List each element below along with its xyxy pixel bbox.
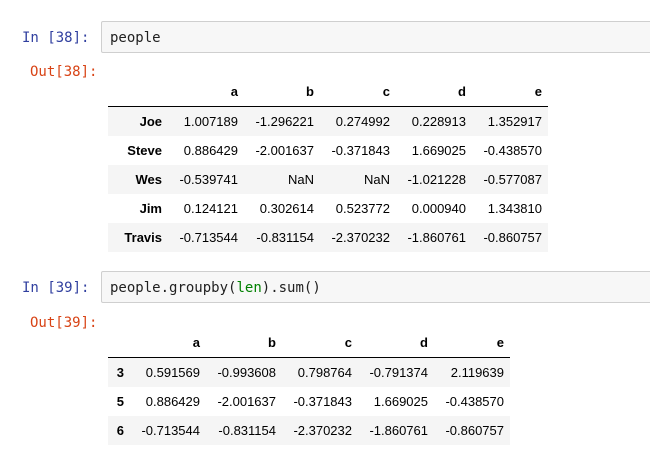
table-cell: 0.302614 (259, 201, 314, 216)
table-row: 3 0.591569 -0.993608 0.798764 -0.791374 … (108, 357, 510, 387)
table-cell: -0.831154 (218, 423, 276, 438)
table-row: Joe 1.007189 -1.296221 0.274992 0.228913… (108, 106, 548, 136)
table-cell: -0.860757 (445, 423, 504, 438)
table-cell: 2.119639 (450, 365, 504, 380)
index-header (108, 327, 130, 358)
table-cell: NaN (287, 172, 314, 187)
code-token: ). (261, 280, 279, 296)
index-header (108, 76, 168, 107)
table-cell: -1.296221 (255, 114, 314, 129)
column-header: c (282, 327, 358, 358)
table-row: 6 -0.713544 -0.831154 -2.370232 -1.86076… (108, 416, 510, 445)
input-prompt-38: In [38]: (22, 30, 90, 46)
table-cell: 1.669025 (411, 143, 466, 158)
table-row: Travis -0.713544 -0.831154 -2.370232 -1.… (108, 223, 548, 252)
table-row: 5 0.886429 -2.001637 -0.371843 1.669025 … (108, 387, 510, 416)
table-cell: 0.886429 (145, 394, 200, 409)
table-cell: 1.343810 (487, 201, 542, 216)
table-cell: 1.352917 (487, 114, 542, 129)
output-prompt-38: Out[38]: (30, 64, 98, 80)
column-header: d (396, 76, 472, 107)
column-header: c (320, 76, 396, 107)
table-cell: 0.274992 (335, 114, 390, 129)
table-cell: -2.370232 (331, 230, 390, 245)
table-cell: -0.791374 (369, 365, 428, 380)
table-cell: -0.438570 (483, 143, 542, 158)
table-cell: -0.371843 (293, 394, 352, 409)
table-cell: -2.370232 (293, 423, 352, 438)
table-cell: 0.124121 (183, 201, 238, 216)
code-input-39[interactable]: people.groupby(len).sum() (101, 271, 650, 303)
table-cell: -2.001637 (217, 394, 276, 409)
table-cell: -0.993608 (217, 365, 276, 380)
table-cell: -0.371843 (331, 143, 390, 158)
table-cell: 1.007189 (183, 114, 238, 129)
dataframe-output-38: a b c d e Joe 1.007189 -1.296221 0.27499… (108, 76, 548, 252)
row-index: 5 (116, 394, 124, 409)
row-index: Joe (139, 114, 162, 129)
row-index: Jim (139, 201, 162, 216)
table-cell: -0.713544 (179, 230, 238, 245)
table-header-row: a b c d e (108, 327, 510, 358)
table-cell: 0.798764 (297, 365, 352, 380)
column-header: b (244, 76, 320, 107)
code-token: groupby (169, 280, 229, 296)
code-token: people. (110, 280, 170, 296)
table-cell: 0.523772 (335, 201, 390, 216)
table-cell: -0.438570 (445, 394, 504, 409)
column-header: a (130, 327, 206, 358)
table-cell: -0.831154 (256, 230, 314, 245)
table-cell: 0.000940 (411, 201, 466, 216)
column-header: b (206, 327, 282, 358)
table-header-row: a b c d e (108, 76, 548, 107)
table-cell: -1.860761 (407, 230, 466, 245)
table-cell: -2.001637 (255, 143, 314, 158)
column-header: e (472, 76, 548, 107)
row-index: 6 (116, 423, 124, 438)
dataframe-output-39: a b c d e 3 0.591569 -0.993608 0.798764 … (108, 327, 510, 445)
code-token: sum (278, 280, 304, 296)
code-input-38[interactable]: people (101, 21, 650, 53)
table-cell: 0.591569 (145, 365, 200, 380)
table-row: Steve 0.886429 -2.001637 -0.371843 1.669… (108, 136, 548, 165)
column-header: d (358, 327, 434, 358)
table-cell: 0.886429 (183, 143, 238, 158)
table-cell: -1.021228 (407, 172, 466, 187)
code-builtin-token: len (236, 280, 262, 296)
table-cell: 1.669025 (373, 394, 428, 409)
table-cell: -0.539741 (179, 172, 238, 187)
code-text: people (110, 30, 161, 46)
table-cell: -0.577087 (483, 172, 542, 187)
output-prompt-39: Out[39]: (30, 315, 98, 331)
table-cell: NaN (363, 172, 390, 187)
row-index: Travis (124, 230, 162, 245)
table-cell: -0.713544 (141, 423, 200, 438)
table-cell: -1.860761 (369, 423, 428, 438)
table-row: Jim 0.124121 0.302614 0.523772 0.000940 … (108, 194, 548, 223)
code-token: () (303, 280, 321, 296)
table-cell: -0.860757 (483, 230, 542, 245)
row-index: 3 (116, 365, 124, 380)
table-row: Wes -0.539741 NaN NaN -1.021228 -0.57708… (108, 165, 548, 194)
column-header: a (168, 76, 244, 107)
code-text: people.groupby(len).sum() (110, 280, 321, 296)
input-prompt-39: In [39]: (22, 280, 90, 296)
column-header: e (434, 327, 510, 358)
row-index: Steve (127, 143, 162, 158)
table-cell: 0.228913 (411, 114, 466, 129)
row-index: Wes (135, 172, 163, 187)
